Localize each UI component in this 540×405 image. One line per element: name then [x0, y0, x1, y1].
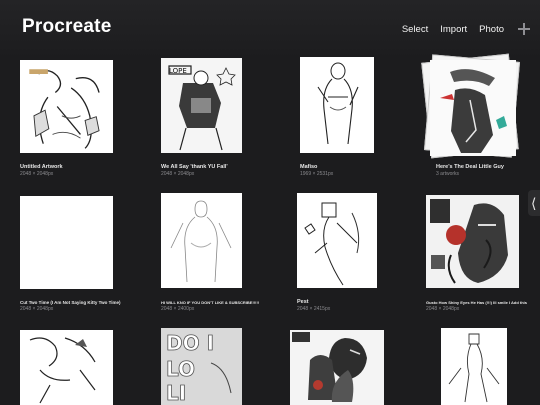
sidebar-handle[interactable]: ⟨ [528, 190, 540, 216]
artwork-tile[interactable]: Pest 2048 × 2415px [297, 193, 392, 314]
artwork-thumbnail[interactable] [430, 60, 516, 156]
artwork-thumbnail[interactable] [290, 330, 384, 405]
artwork-title: Untitled Artwork [20, 164, 63, 170]
sketch-icon [426, 195, 519, 288]
sketch-icon [430, 60, 516, 156]
artwork-thumbnail[interactable] [297, 193, 377, 288]
sketch-icon [297, 193, 377, 288]
artwork-tile[interactable]: LOPE We All Say 'thank YU Fall' 2048 × 2… [161, 58, 256, 180]
artwork-dimensions: 2048 × 2048px [20, 306, 54, 312]
sketch-icon: LOPE [161, 58, 242, 153]
svg-text:DO I: DO I [166, 331, 214, 355]
artwork-title: Pest [297, 299, 309, 305]
artwork-thumbnail[interactable] [20, 196, 113, 289]
sketch-icon [290, 330, 384, 405]
artwork-title: HI WILL KNO IF YOU DON'T LIKE & SUBSCRIB… [161, 300, 260, 305]
sketch-icon [300, 57, 374, 153]
svg-text:LOPE: LOPE [169, 67, 187, 75]
sketch-icon: DO I LO LI [161, 328, 242, 405]
artwork-tile[interactable]: HI WILL KNO IF YOU DON'T LIKE & SUBSCRIB… [161, 193, 271, 314]
artwork-dimensions: 2048 × 2048px [20, 171, 54, 177]
artwork-tile[interactable]: Mafiso 1969 × 2531px [300, 57, 395, 180]
artwork-title: Mafiso [300, 164, 318, 170]
artwork-title: Gusto How Shiny Eyes He Has (!!!) Ill sm… [426, 300, 527, 305]
artwork-dimensions: 1969 × 2531px [300, 171, 334, 177]
artwork-tile[interactable]: Cut Two Time (I Am Not Saying Kitty Two … [20, 196, 130, 314]
artwork-tile[interactable] [290, 330, 385, 405]
artwork-grid: Untitled Artwork 2048 × 2048px LOPE We A… [0, 0, 540, 405]
svg-text:LI: LI [166, 381, 186, 405]
svg-text:LO: LO [166, 357, 195, 381]
artwork-thumbnail[interactable]: DO I LO LI [161, 328, 242, 405]
artwork-thumbnail[interactable] [426, 195, 519, 288]
artwork-dimensions: 2048 × 2048px [426, 306, 460, 312]
sketch-icon [20, 330, 113, 405]
artwork-thumbnail[interactable] [20, 60, 113, 153]
sketch-icon [20, 60, 113, 153]
artwork-dimensions: 2048 × 2400px [161, 306, 195, 312]
artwork-title: We All Say 'thank YU Fall' [161, 164, 228, 170]
artwork-dimensions: 2048 × 2415px [297, 306, 331, 312]
artwork-tile[interactable]: Untitled Artwork 2048 × 2048px [20, 60, 115, 180]
artwork-tile[interactable]: DO I LO LI [161, 328, 256, 405]
artwork-thumbnail[interactable] [441, 328, 507, 405]
artwork-tile[interactable] [441, 328, 516, 405]
artwork-stack-tile[interactable]: Here's The Deal Little Guy 3 artworks [420, 52, 530, 180]
artwork-tile[interactable] [20, 330, 115, 405]
artwork-thumbnail[interactable] [161, 193, 242, 288]
sketch-icon [161, 193, 242, 288]
artwork-thumbnail[interactable] [20, 330, 113, 405]
artwork-dimensions: 3 artworks [436, 171, 460, 177]
artwork-tile[interactable]: Gusto How Shiny Eyes He Has (!!!) Ill sm… [426, 195, 536, 314]
artwork-dimensions: 2048 × 2048px [161, 171, 195, 177]
chevron-left-icon: ⟨ [531, 195, 537, 211]
artwork-thumbnail[interactable] [300, 57, 374, 153]
artwork-thumbnail[interactable]: LOPE [161, 58, 242, 153]
artwork-title: Cut Two Time (I Am Not Saying Kitty Two … [20, 300, 121, 305]
sketch-icon [441, 328, 507, 405]
procreate-gallery: Procreate Select Import Photo Untitled A… [0, 0, 540, 405]
artwork-title: Here's The Deal Little Guy [436, 164, 504, 170]
